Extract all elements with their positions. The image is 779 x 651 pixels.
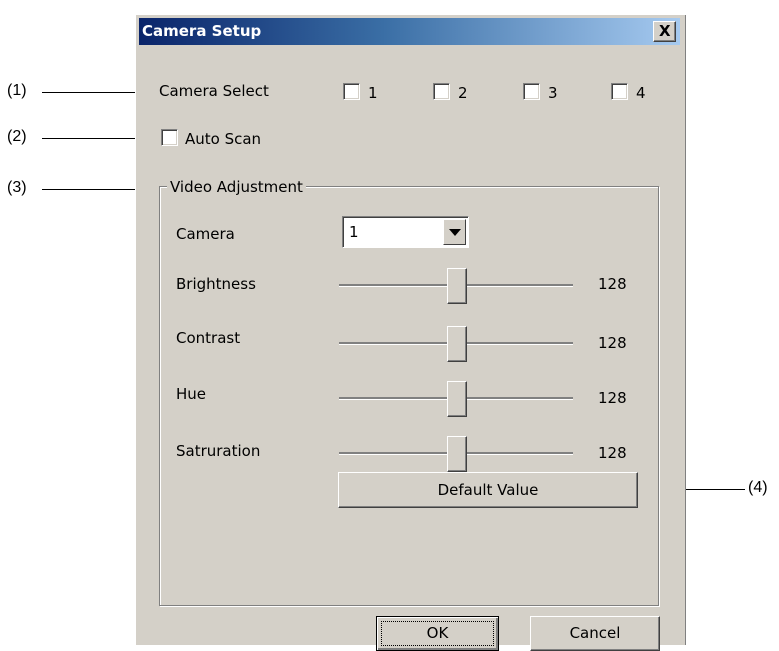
title-bar[interactable]: Camera Setup X — [139, 18, 680, 45]
callout-4: (4) — [748, 479, 768, 496]
camera-select-label: Camera Select — [159, 82, 269, 100]
ok-button[interactable]: OK — [376, 616, 499, 651]
dialog-title: Camera Setup — [142, 22, 262, 40]
default-value-button[interactable]: Default Value — [338, 472, 638, 508]
camera-label: Camera — [176, 225, 235, 243]
callout-1-leader — [42, 92, 144, 93]
camera-4-checkbox[interactable] — [611, 83, 628, 100]
camera-1-checkbox[interactable] — [343, 83, 360, 100]
auto-scan-label: Auto Scan — [185, 130, 262, 148]
chevron-down-icon[interactable] — [443, 219, 466, 245]
camera-3-checkbox[interactable] — [523, 83, 540, 100]
video-adjustment-legend: Video Adjustment — [167, 178, 306, 196]
brightness-slider-thumb[interactable] — [447, 268, 467, 304]
saturation-value: 128 — [598, 444, 627, 462]
cancel-button[interactable]: Cancel — [530, 616, 660, 651]
callout-3: (3) — [7, 179, 27, 196]
camera-setup-dialog: Camera Setup X Camera Select 1 2 3 4 Aut… — [135, 15, 686, 651]
camera-2-label: 2 — [458, 84, 468, 102]
close-icon: X — [659, 22, 671, 40]
saturation-slider-thumb[interactable] — [447, 436, 467, 472]
camera-4-label: 4 — [636, 84, 646, 102]
camera-dropdown-value: 1 — [349, 223, 359, 241]
hue-label: Hue — [176, 385, 207, 403]
ok-label: OK — [426, 624, 449, 642]
contrast-label: Contrast — [176, 329, 241, 347]
callout-2: (2) — [7, 128, 27, 145]
contrast-value: 128 — [598, 334, 627, 352]
video-adjustment-group — [159, 186, 659, 606]
saturation-label: Satruration — [176, 442, 261, 460]
callout-1: (1) — [7, 82, 27, 99]
hue-slider-thumb[interactable] — [447, 381, 467, 417]
close-button[interactable]: X — [653, 21, 676, 42]
contrast-slider-thumb[interactable] — [447, 326, 467, 362]
camera-2-checkbox[interactable] — [433, 83, 450, 100]
camera-3-label: 3 — [548, 84, 558, 102]
brightness-label: Brightness — [176, 275, 256, 293]
camera-dropdown[interactable]: 1 — [342, 216, 469, 248]
camera-1-label: 1 — [368, 84, 378, 102]
auto-scan-checkbox[interactable] — [161, 129, 178, 146]
hue-value: 128 — [598, 389, 627, 407]
brightness-value: 128 — [598, 275, 627, 293]
